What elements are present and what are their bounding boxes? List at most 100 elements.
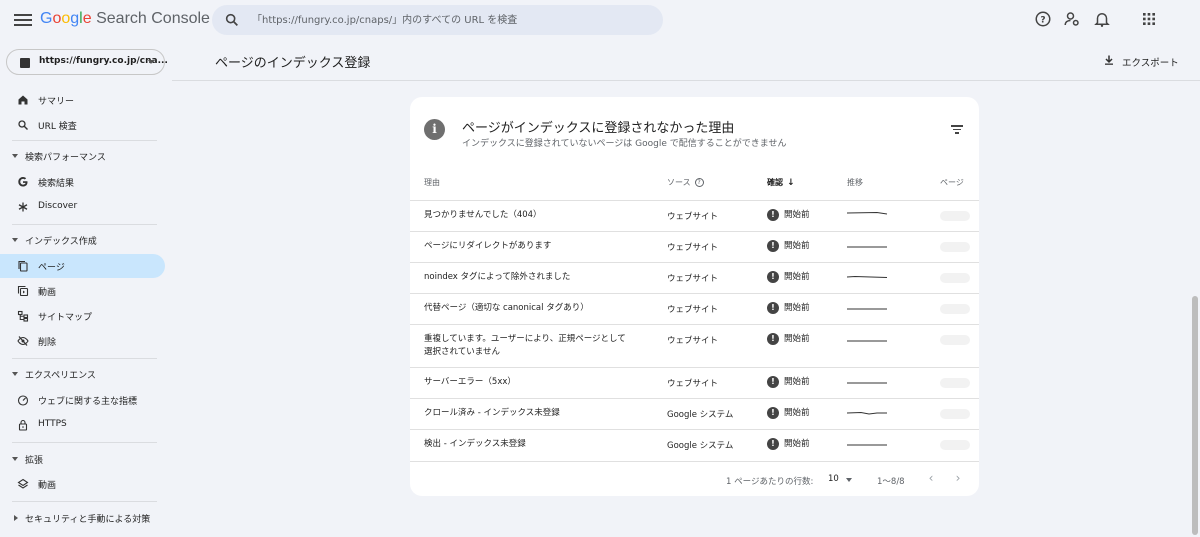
section-search-performance[interactable]: 検索パフォーマンス bbox=[12, 149, 162, 165]
status-cell: ! 開始前 bbox=[767, 437, 810, 450]
pages-icon bbox=[18, 260, 28, 272]
reason-cell: 見つかりませんでした（404） bbox=[424, 210, 542, 220]
table-row[interactable]: ページにリダイレクトがあります ウェブサイト ! 開始前 bbox=[410, 231, 979, 262]
status-icon: ! bbox=[767, 270, 779, 283]
status-icon: ! bbox=[767, 332, 779, 345]
section-enhancements[interactable]: 拡張 bbox=[12, 452, 162, 468]
pages-count-placeholder bbox=[940, 440, 970, 450]
manage-users-icon[interactable] bbox=[1063, 10, 1081, 28]
filter-icon[interactable] bbox=[951, 125, 963, 135]
column-header-trend[interactable]: 推移 bbox=[847, 177, 863, 188]
trend-sparkline bbox=[847, 444, 887, 446]
apps-grid-icon[interactable] bbox=[1140, 10, 1158, 28]
sidebar-item-search-results[interactable]: 検索結果 bbox=[0, 170, 165, 194]
column-header-pages[interactable]: ページ bbox=[940, 177, 964, 188]
download-icon bbox=[1105, 55, 1113, 65]
pages-count-placeholder bbox=[940, 304, 970, 314]
source-cell: Google システム bbox=[667, 410, 734, 420]
help-icon[interactable]: ? bbox=[694, 178, 704, 187]
table-row[interactable]: noindex タグによって除外されました ウェブサイト ! 開始前 bbox=[410, 262, 979, 293]
chevron-down-icon bbox=[846, 478, 852, 482]
sidebar-item-video[interactable]: 動画 bbox=[0, 279, 165, 303]
column-header-source[interactable]: ソース? bbox=[667, 177, 704, 188]
sidebar: https://fungry.co.jp/cna... サマリー URL 検査 … bbox=[0, 41, 172, 537]
property-selector[interactable]: https://fungry.co.jp/cna... bbox=[6, 49, 168, 75]
section-indexing[interactable]: インデックス作成 bbox=[12, 233, 162, 249]
table-row[interactable]: クロール済み - インデックス未登録 Google システム ! 開始前 bbox=[410, 398, 979, 429]
sidebar-item-removals[interactable]: 削除 bbox=[0, 329, 165, 353]
column-header-status[interactable]: 確認 ↓ bbox=[767, 177, 795, 188]
column-header-reason[interactable]: 理由 bbox=[424, 177, 440, 188]
trend-sparkline bbox=[847, 382, 887, 384]
caret-down-icon bbox=[12, 238, 18, 242]
reason-cell: 重複しています。ユーザーにより、正規ページとして選択されていません bbox=[424, 334, 626, 357]
next-page-icon[interactable]: › bbox=[951, 471, 965, 485]
lock-icon bbox=[18, 419, 28, 431]
sidebar-item-core-web-vitals[interactable]: ウェブに関する主な指標 bbox=[0, 388, 165, 412]
reason-cell: クロール済み - インデックス未登録 bbox=[424, 408, 560, 418]
prev-page-icon[interactable]: ‹ bbox=[924, 471, 938, 485]
notifications-icon[interactable] bbox=[1093, 10, 1111, 28]
gauge-icon bbox=[17, 395, 29, 406]
sidebar-divider bbox=[12, 442, 157, 443]
sort-arrow-down-icon: ↓ bbox=[787, 178, 795, 188]
table-row[interactable]: サーバーエラー（5xx） ウェブサイト ! 開始前 bbox=[410, 367, 979, 398]
caret-down-icon bbox=[12, 457, 18, 461]
sidebar-divider bbox=[12, 501, 157, 502]
status-icon: ! bbox=[767, 437, 779, 450]
reason-cell: 検出 - インデックス未登録 bbox=[424, 439, 526, 449]
section-security[interactable]: セキュリティと手動による対策 bbox=[12, 511, 162, 527]
table-row[interactable]: 代替ページ（適切な canonical タグあり） ウェブサイト ! 開始前 bbox=[410, 293, 979, 324]
rows-per-page-select[interactable]: 10 bbox=[827, 473, 857, 487]
search-console-logo[interactable]: Google Search Console bbox=[40, 10, 210, 28]
card-title: ページがインデックスに登録されなかった理由 bbox=[462, 121, 735, 136]
pagination-range: 1～8/8 bbox=[877, 477, 905, 487]
info-icon: i bbox=[424, 119, 445, 140]
caret-down-icon bbox=[12, 154, 18, 158]
video-icon bbox=[17, 285, 29, 297]
menu-icon[interactable] bbox=[14, 11, 32, 29]
status-cell: ! 開始前 bbox=[767, 301, 810, 314]
help-icon[interactable]: ? bbox=[1034, 10, 1052, 28]
rows-per-page-label: 1 ページあたりの行数: bbox=[726, 477, 814, 487]
sidebar-item-https[interactable]: HTTPS bbox=[0, 413, 165, 437]
sidebar-item-sitemaps[interactable]: サイトマップ bbox=[0, 304, 165, 328]
url-inspection-search[interactable] bbox=[212, 5, 663, 35]
trend-sparkline bbox=[847, 411, 887, 415]
product-name: Search Console bbox=[96, 10, 210, 27]
trend-sparkline bbox=[847, 246, 887, 248]
home-icon bbox=[18, 95, 28, 105]
sidebar-item-summary[interactable]: サマリー bbox=[0, 88, 165, 112]
source-cell: ウェブサイト bbox=[667, 243, 719, 253]
table-row[interactable]: 検出 - インデックス未登録 Google システム ! 開始前 bbox=[410, 429, 979, 461]
status-cell: ! 開始前 bbox=[767, 406, 810, 419]
status-cell: ! 開始前 bbox=[767, 239, 810, 252]
status-icon: ! bbox=[767, 239, 779, 252]
sidebar-item-url-inspection[interactable]: URL 検査 bbox=[0, 113, 165, 137]
reason-cell: noindex タグによって除外されました bbox=[424, 272, 571, 282]
sidebar-divider bbox=[12, 358, 157, 359]
removal-icon bbox=[17, 336, 29, 346]
source-cell: ウェブサイト bbox=[667, 212, 719, 222]
sidebar-divider bbox=[12, 224, 157, 225]
sitemap-icon bbox=[17, 310, 29, 322]
sidebar-item-pages[interactable]: ページ bbox=[0, 254, 165, 278]
sidebar-item-enhancement-video[interactable]: 動画 bbox=[0, 472, 165, 496]
sidebar-item-discover[interactable]: Discover bbox=[0, 195, 165, 219]
layers-icon bbox=[17, 478, 29, 489]
source-cell: ウェブサイト bbox=[667, 305, 719, 315]
table-row[interactable]: 見つかりませんでした（404） ウェブサイト ! 開始前 bbox=[410, 200, 979, 231]
trend-sparkline bbox=[847, 275, 888, 278]
reason-cell: サーバーエラー（5xx） bbox=[424, 377, 516, 387]
section-experience[interactable]: エクスペリエンス bbox=[12, 367, 162, 383]
search-icon bbox=[225, 13, 238, 26]
source-cell: Google システム bbox=[667, 441, 734, 451]
table-row[interactable]: 重複しています。ユーザーにより、正規ページとして選択されていません ウェブサイト… bbox=[410, 324, 979, 367]
scrollbar[interactable] bbox=[1192, 296, 1198, 535]
source-cell: ウェブサイト bbox=[667, 274, 719, 284]
status-cell: ! 開始前 bbox=[767, 332, 810, 345]
status-icon: ! bbox=[767, 208, 779, 221]
trend-sparkline bbox=[847, 340, 887, 342]
search-input[interactable] bbox=[252, 11, 652, 29]
pages-count-placeholder bbox=[940, 378, 970, 388]
